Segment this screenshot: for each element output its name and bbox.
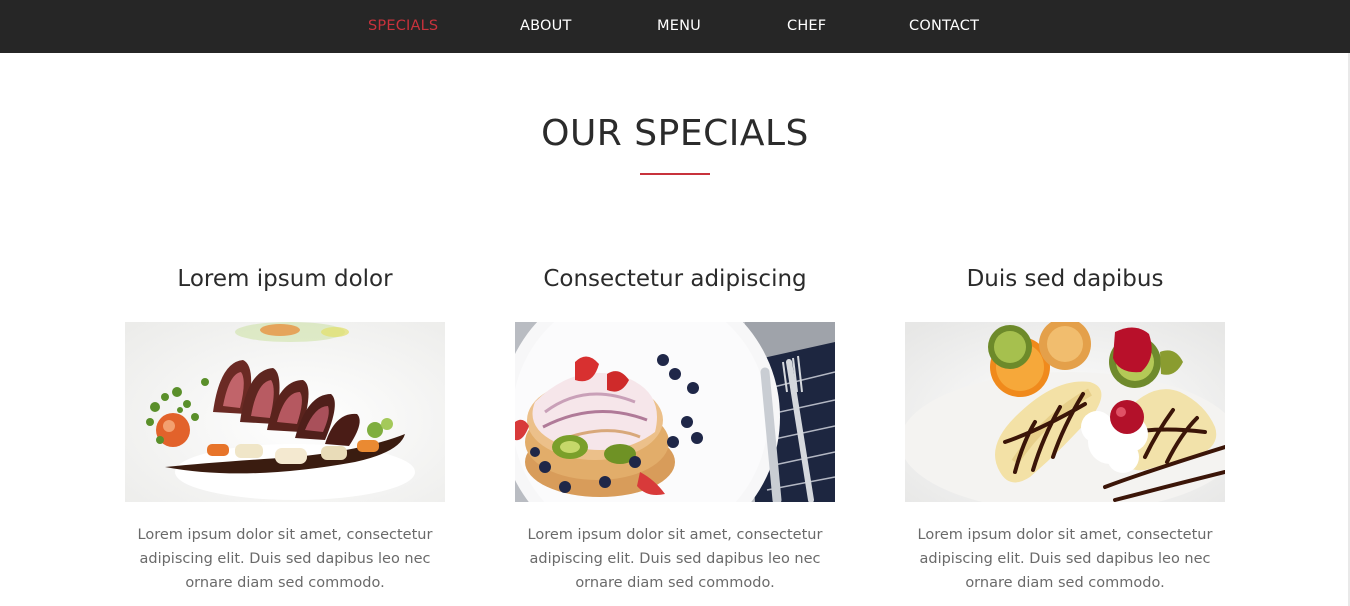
page: SPECIALS ABOUT MENU CHEF CONTACT OUR SPE… bbox=[0, 0, 1350, 606]
special-description: Lorem ipsum dolor sit amet, consectetur … bbox=[137, 527, 433, 591]
special-title: Lorem ipsum dolor bbox=[177, 266, 393, 292]
nav-link-menu[interactable]: MENU bbox=[657, 0, 701, 53]
nav-link-contact[interactable]: CONTACT bbox=[909, 0, 979, 53]
special-description: Lorem ipsum dolor sit amet, consectetur … bbox=[917, 527, 1213, 591]
special-title: Consectetur adipiscing bbox=[543, 266, 807, 292]
special-description: Lorem ipsum dolor sit amet, consectetur … bbox=[527, 527, 823, 591]
banana-chocolate-dessert-photo bbox=[905, 322, 1225, 502]
pancake-fruit-plate-photo bbox=[515, 322, 835, 502]
special-title: Duis sed dapibus bbox=[966, 266, 1164, 292]
special-card-2: Consectetur adipiscing Lorem ipsum dolor… bbox=[515, 255, 835, 591]
nav-link-about[interactable]: ABOUT bbox=[520, 0, 572, 53]
special-card-3: Duis sed dapibus Lorem ipsum dolor sit a… bbox=[905, 255, 1225, 591]
special-card-1: Lorem ipsum dolor Lorem ipsum dolor sit … bbox=[125, 255, 445, 591]
seared-duck-plate-photo bbox=[125, 322, 445, 502]
top-navbar: SPECIALS ABOUT MENU CHEF CONTACT bbox=[0, 0, 1350, 53]
title-underline bbox=[640, 173, 710, 175]
nav-link-specials[interactable]: SPECIALS bbox=[368, 0, 438, 53]
nav-link-chef[interactable]: CHEF bbox=[787, 0, 826, 53]
section-title: OUR SPECIALS bbox=[541, 113, 809, 154]
